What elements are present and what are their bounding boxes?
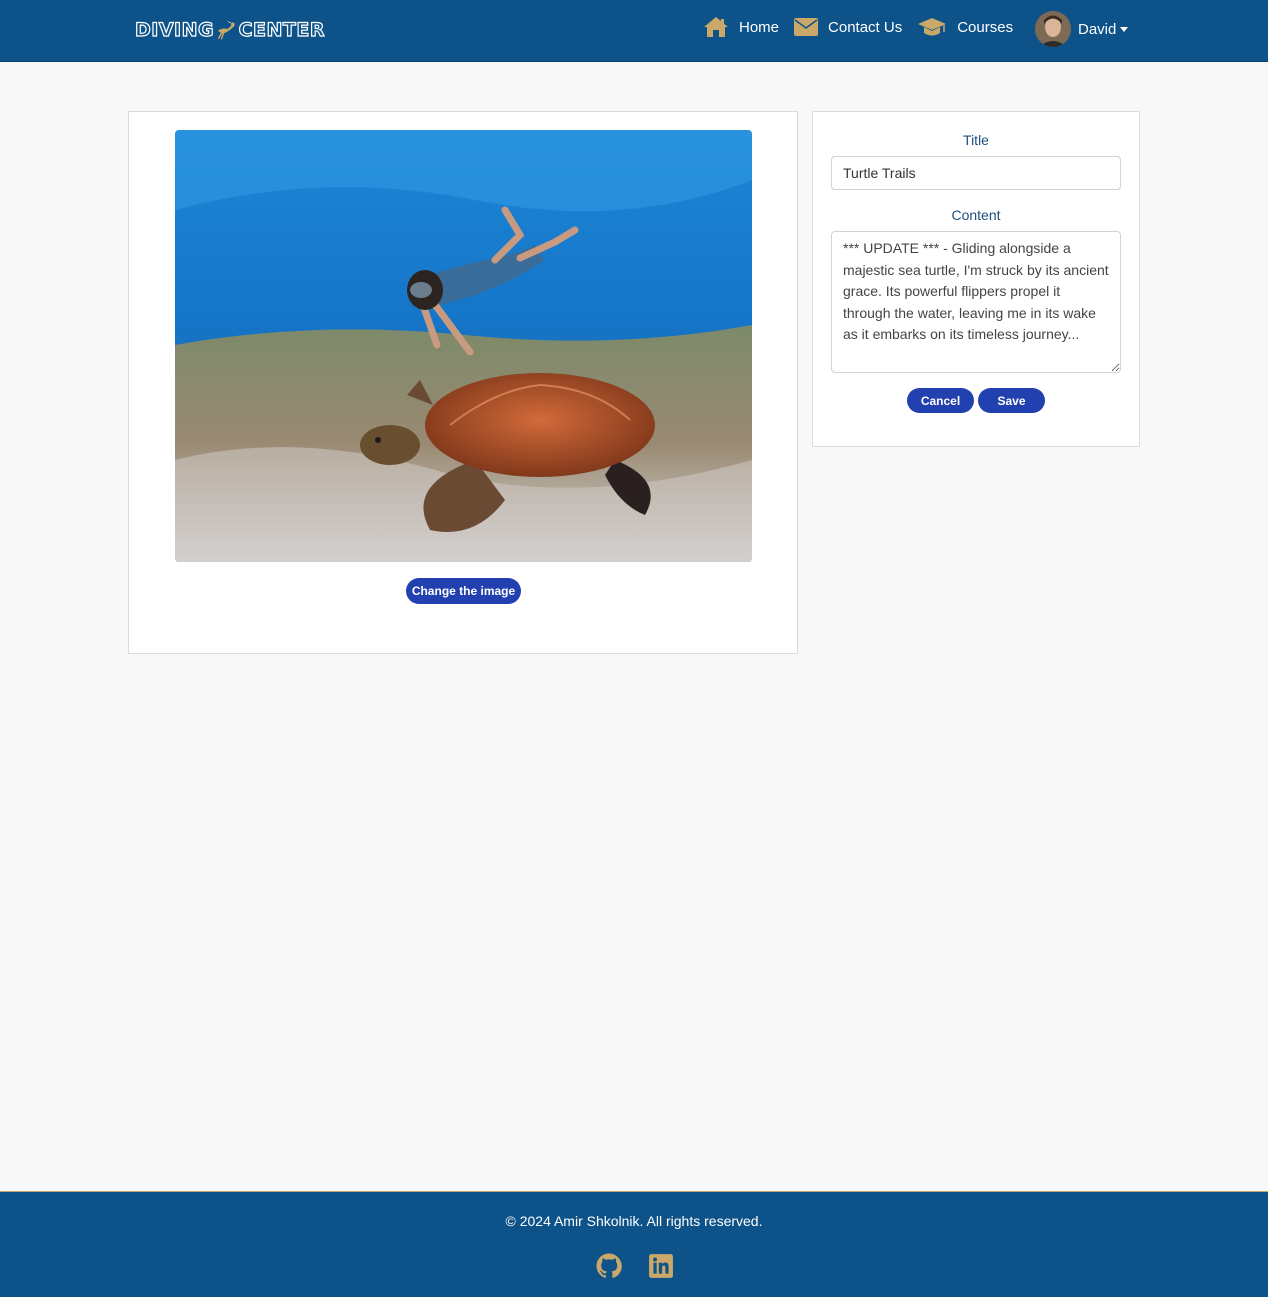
user-menu-dropdown[interactable]: David: [1035, 10, 1129, 48]
user-name: David: [1078, 20, 1117, 38]
nav-home[interactable]: Home: [703, 16, 779, 38]
nav-links: Home Contact Us Courses: [703, 12, 1028, 42]
brand-logo[interactable]: DIVING CENTER: [134, 10, 325, 50]
title-label: Title: [963, 132, 989, 148]
nav-home-label: Home: [739, 18, 780, 36]
home-icon: [704, 17, 728, 37]
nav-contact-us[interactable]: Contact Us: [794, 18, 902, 36]
edit-post-form-card: Title Content *** UPDATE *** - Gliding a…: [812, 111, 1140, 447]
envelope-icon: [794, 18, 819, 36]
content-textarea[interactable]: *** UPDATE *** - Gliding alongside a maj…: [831, 231, 1121, 373]
footer: © 2024 Amir Shkolnik. All rights reserve…: [0, 1191, 1268, 1297]
title-input[interactable]: [831, 156, 1121, 190]
github-icon: [596, 1253, 622, 1278]
github-link[interactable]: [596, 1253, 622, 1279]
scuba-diver-icon: [217, 21, 235, 40]
avatar: [1035, 11, 1071, 47]
nav-courses[interactable]: Courses: [917, 17, 1013, 37]
cancel-button[interactable]: Cancel: [907, 388, 974, 413]
top-navbar: DIVING CENTER Home Contact Us Courses Da…: [0, 0, 1268, 62]
nav-contact-label: Contact Us: [828, 18, 903, 36]
change-image-button[interactable]: Change the image: [406, 578, 521, 604]
post-image-card: Change the image: [128, 111, 798, 654]
graduation-cap-icon: [918, 18, 947, 36]
chevron-down-icon: [1120, 26, 1129, 32]
content-label: Content: [951, 207, 1001, 223]
linkedin-link[interactable]: [648, 1253, 674, 1279]
post-image: [175, 130, 752, 562]
copyright-text: © 2024 Amir Shkolnik. All rights reserve…: [505, 1213, 763, 1229]
save-button[interactable]: Save: [978, 388, 1045, 413]
nav-courses-label: Courses: [957, 18, 1014, 36]
brand-text-part1: DIVING: [134, 18, 215, 41]
linkedin-icon: [649, 1254, 673, 1278]
brand-text-part2: CENTER: [238, 18, 325, 41]
